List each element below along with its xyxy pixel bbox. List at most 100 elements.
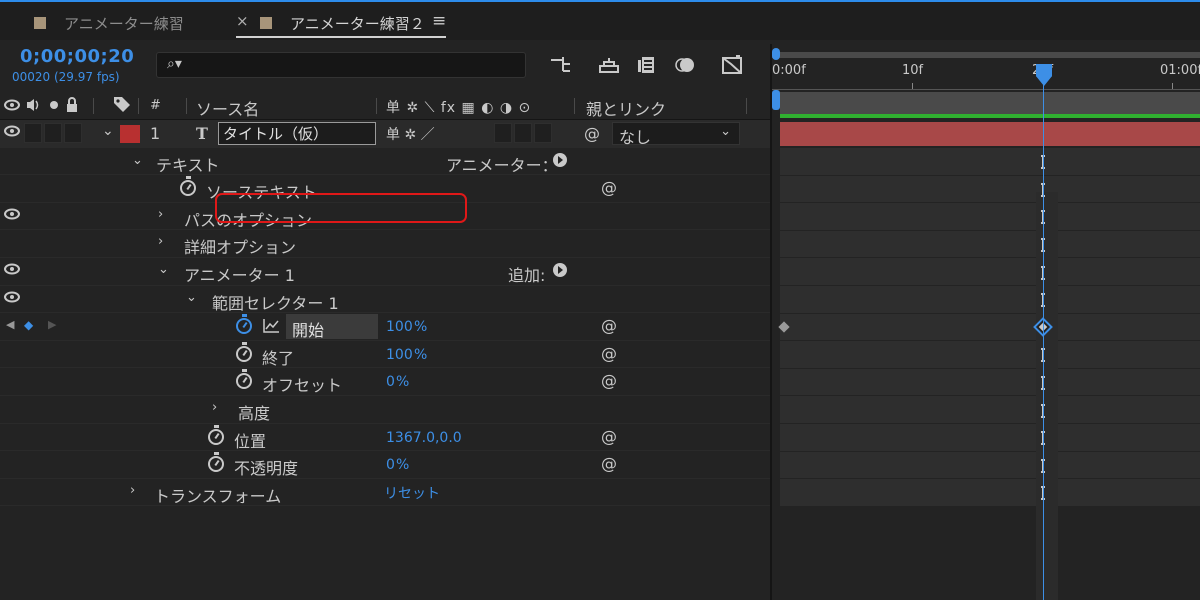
layer-switch-cell[interactable] — [494, 123, 512, 143]
property-end[interactable]: 終了 100 % @ — [0, 341, 770, 369]
visibility-eye-icon[interactable] — [3, 262, 23, 280]
navigator-start-handle[interactable] — [772, 48, 780, 60]
parent-link-header[interactable]: 親とリンク — [586, 96, 666, 120]
expression-spiral-icon[interactable]: @ — [601, 344, 617, 363]
visibility-eye-icon[interactable] — [3, 290, 23, 308]
property-start[interactable]: ◀ ◆ ▶ 開始 100 % @ — [0, 313, 770, 341]
timeline-track — [780, 479, 1200, 507]
expand-chevron-icon[interactable]: ⌄ — [132, 153, 143, 168]
layer-label-color[interactable] — [120, 125, 140, 143]
property-more-options[interactable]: › 詳細オプション — [0, 230, 770, 258]
ruler-label: 01:00f — [1160, 63, 1200, 78]
visibility-eye-icon[interactable] — [3, 124, 23, 142]
tab-animator-practice[interactable]: アニメーター練習 — [34, 10, 184, 36]
prev-keyframe-icon[interactable]: ◀ — [6, 318, 14, 331]
add-keyframe-icon[interactable]: ◆ — [24, 318, 33, 332]
ruler-label: 10f — [902, 63, 924, 78]
property-animator-1[interactable]: ⌄ アニメーター 1 追加: — [0, 258, 770, 286]
current-time-indicator-line[interactable] — [1043, 68, 1044, 600]
layer-switch-cell[interactable] — [534, 123, 552, 143]
graph-editor-icon[interactable] — [720, 52, 746, 78]
add-play-icon[interactable] — [552, 262, 568, 282]
switches-header[interactable]: 单 ✲ ⟍ fx ▦ ◐ ◑ ⊙ — [386, 97, 531, 117]
property-range-selector-1[interactable]: ⌄ 範囲セレクター 1 — [0, 286, 770, 314]
stopwatch-icon[interactable] — [236, 341, 252, 364]
layer-row-1[interactable]: ⌄ 1 T タイトル（仮） 单 ✲ ／ @ なし ⌄ — [0, 120, 770, 148]
search-input[interactable] — [191, 56, 511, 74]
tab-animator-practice-2[interactable]: アニメーター練習２ — [260, 10, 425, 36]
layer-name-field[interactable]: タイトル（仮） — [218, 122, 376, 145]
lock-switch[interactable] — [64, 123, 82, 143]
layer-number-header[interactable]: # — [150, 98, 161, 113]
source-name-header[interactable]: ソース名 — [196, 96, 259, 120]
motion-blur-icon[interactable] — [672, 52, 698, 78]
property-opacity[interactable]: 不透明度 0 % @ — [0, 451, 770, 479]
search-field[interactable]: ⌕▾ — [156, 52, 526, 78]
animator-menu-label[interactable]: アニメーター： — [446, 152, 558, 176]
expression-spiral-icon[interactable]: @ — [601, 454, 617, 473]
layer-duration-bar[interactable] — [780, 122, 1200, 146]
property-transform[interactable]: › トランスフォーム リセット — [0, 479, 770, 507]
end-value[interactable]: 100 — [386, 347, 413, 363]
navigator-bar[interactable] — [772, 52, 1200, 58]
expression-spiral-icon[interactable]: @ — [601, 316, 617, 335]
frame-blending-icon[interactable] — [634, 52, 660, 78]
property-position[interactable]: 位置 1367.0,0.0 @ — [0, 424, 770, 452]
expand-chevron-icon[interactable]: ⌄ — [158, 262, 169, 277]
opacity-value[interactable]: 0 — [386, 457, 395, 473]
graph-icon[interactable] — [262, 318, 280, 338]
audio-switch[interactable] — [24, 123, 42, 143]
expression-spiral-icon[interactable]: @ — [601, 427, 617, 446]
stopwatch-icon[interactable] — [236, 369, 252, 391]
timeline-track — [780, 148, 1200, 176]
stopwatch-icon[interactable] — [180, 176, 196, 198]
close-tab-icon[interactable]: × — [236, 12, 249, 30]
property-text[interactable]: ⌄ テキスト アニメーター： — [0, 148, 770, 176]
expression-spiral-icon[interactable]: @ — [601, 178, 617, 197]
parent-dropdown[interactable]: なし ⌄ — [612, 122, 740, 147]
shy-layers-icon[interactable] — [596, 52, 622, 78]
dropdown-chevron-icon: ⌄ — [720, 124, 731, 139]
expression-spiral-icon[interactable]: @ — [601, 371, 617, 390]
current-time-display[interactable]: 0;00;00;20 — [20, 46, 134, 67]
solo-switch[interactable] — [44, 123, 62, 143]
time-ruler[interactable]: 0:00f 10f 20f 01:00f — [772, 60, 1200, 90]
next-keyframe-icon[interactable]: ▶ — [48, 318, 56, 331]
animator-play-icon[interactable] — [552, 152, 568, 172]
label-tag-icon[interactable] — [112, 95, 132, 117]
composition-swatch-icon — [34, 17, 46, 29]
expand-chevron-icon[interactable]: › — [130, 483, 135, 498]
property-label: 位置 — [234, 431, 267, 451]
pick-whip-icon[interactable]: @ — [584, 124, 600, 143]
stopwatch-active-icon[interactable] — [236, 314, 252, 336]
position-value[interactable]: 1367.0,0.0 — [386, 430, 462, 446]
expand-chevron-icon[interactable]: › — [158, 207, 163, 222]
collapse-chevron-icon[interactable]: ⌄ — [102, 123, 114, 139]
start-value[interactable]: 100 — [386, 319, 413, 335]
work-area-bar[interactable] — [780, 92, 1200, 116]
stopwatch-icon[interactable] — [208, 424, 224, 447]
search-icon[interactable]: ⌕▾ — [167, 56, 182, 72]
reset-link[interactable]: リセット — [384, 483, 440, 503]
expand-chevron-icon[interactable]: › — [212, 400, 217, 415]
panel-menu-icon[interactable]: ≡ — [432, 11, 446, 31]
visibility-eye-icon[interactable] — [3, 207, 23, 225]
work-area-start-handle[interactable] — [772, 90, 780, 110]
property-label: 高度 — [238, 403, 271, 423]
composition-flowchart-icon[interactable] — [548, 52, 574, 78]
property-offset[interactable]: オフセット 0 % @ — [0, 368, 770, 396]
layer-number: 1 — [150, 124, 161, 143]
property-advanced[interactable]: › 高度 — [0, 396, 770, 424]
expand-chevron-icon[interactable]: ⌄ — [186, 290, 197, 305]
add-menu-label[interactable]: 追加: — [508, 262, 545, 286]
stopwatch-icon[interactable] — [208, 452, 224, 474]
percent-unit: % — [414, 346, 428, 363]
active-tab-indicator — [236, 36, 446, 38]
property-label: トランスフォーム — [154, 486, 282, 506]
layer-switches[interactable]: 单 ✲ ／ — [386, 124, 435, 144]
timeline-track — [780, 175, 1200, 204]
layer-switch-cell[interactable] — [514, 123, 532, 143]
video-column-icon[interactable] — [3, 95, 91, 119]
expand-chevron-icon[interactable]: › — [158, 234, 163, 249]
offset-value[interactable]: 0 — [386, 374, 395, 390]
